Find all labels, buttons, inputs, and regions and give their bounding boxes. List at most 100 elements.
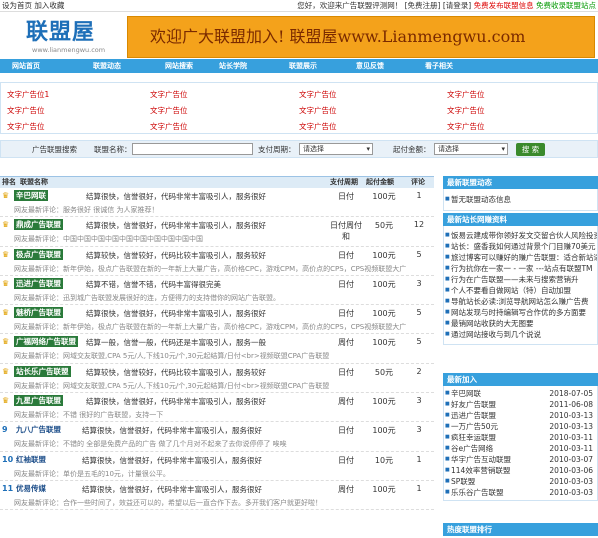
new-member-item[interactable]: 乐乐谷广告联盟 2010-03-03 bbox=[444, 487, 597, 498]
text-ad[interactable]: 文字广告位 bbox=[150, 89, 188, 100]
alliance-name-link[interactable]: 迅进广告联盟 bbox=[14, 277, 63, 289]
member-name[interactable]: 华宇广告互动联盟 bbox=[451, 455, 511, 464]
news-item[interactable]: 暂无联盟动态信息 bbox=[444, 194, 597, 205]
article-link[interactable]: 饭易云建成带你领好发文交留合伙人风险投资 bbox=[444, 230, 597, 241]
submit-site-link[interactable]: 免费收录联盟站点 bbox=[536, 1, 596, 10]
article-link[interactable]: 导航站长必读:浏览导航网站怎么赚广告费 bbox=[444, 296, 597, 307]
table-row[interactable]: ♛ 辛巴网联 结算很快，信誉很好，代码非常丰富吸引人，服务很好 日付 100元 1 网友最新… bbox=[0, 188, 434, 218]
new-member-item[interactable]: 一万广告50元 2010-03-13 bbox=[444, 421, 597, 432]
article-link[interactable]: 旅过博客可以赚好的赚广告联盟：适合新站适合 bbox=[444, 252, 597, 263]
comment-count[interactable]: 5 bbox=[406, 308, 432, 317]
article-link[interactable]: 最销网站收获的大无图要 bbox=[444, 318, 597, 329]
nav-related[interactable]: 看子相关 bbox=[425, 59, 453, 73]
new-member-item[interactable]: 华宇广告互动联盟 2010-03-07 bbox=[444, 454, 597, 465]
text-ad[interactable]: 文字广告位1 bbox=[7, 89, 49, 100]
text-ad[interactable]: 文字广告位 bbox=[447, 121, 485, 132]
amount-select[interactable]: 请选择 bbox=[434, 143, 508, 155]
comment-count[interactable]: 1 bbox=[406, 191, 432, 200]
comment-count[interactable]: 5 bbox=[406, 337, 432, 346]
login-link[interactable]: [请登录] bbox=[443, 1, 471, 10]
new-member-item[interactable]: 好友广告联盟 2011-06-08 bbox=[444, 399, 597, 410]
text-ad[interactable]: 文字广告位 bbox=[299, 105, 337, 116]
text-ad[interactable]: 文字广告位 bbox=[150, 121, 188, 132]
latest-review[interactable]: 网友最新评论：新年伊始，极点广告联盟在新的一年新上大量广告，高价格CPC，游戏C… bbox=[14, 264, 430, 274]
latest-review[interactable]: 网友最新评论：中国中国中国中国中国中国中国中国中国中国 bbox=[14, 234, 430, 244]
table-row[interactable]: 9 九八广告联盟 结算很快，信誉很好，代码非常丰富吸引人，服务很好 日付 100元 3 网友… bbox=[0, 422, 434, 452]
latest-review[interactable]: 网友最新评论：迅到城广告联盟发展很好的连，方便得力的支持借你的网站广告联盟。 bbox=[14, 293, 430, 303]
latest-review[interactable]: 网友最新评论：网域交友联盟,CPA 5元/人,下线10元/个,30元起结算/日付… bbox=[14, 351, 430, 361]
new-member-item[interactable]: 114效率营销联盟 2010-03-06 bbox=[444, 465, 597, 476]
member-name[interactable]: 乐乐谷广告联盟 bbox=[451, 488, 504, 497]
alliance-name-link[interactable]: 辛巴网联 bbox=[14, 190, 48, 201]
comment-count[interactable]: 1 bbox=[406, 455, 432, 464]
article-link[interactable]: 行为抗你在一家一 - 一家 ---站点有联盟TM bbox=[444, 263, 597, 274]
table-row[interactable]: ♛ 极点广告联盟 结算较快，信誉较好，代码比较丰富吸引人，服务较好 日付 100元 5 网友… bbox=[0, 247, 434, 276]
welcome-banner[interactable]: 欢迎广大联盟加入! 联盟屋www.Lianmengwu.com bbox=[127, 16, 595, 58]
alliance-name-link[interactable]: 鼎成广告联盟 bbox=[14, 219, 63, 231]
nav-academy[interactable]: 站长学院 bbox=[219, 59, 247, 73]
comment-count[interactable]: 1 bbox=[406, 484, 432, 493]
home-and-favorite-links[interactable]: 设为首页 加入收藏 bbox=[2, 0, 64, 12]
alliance-name-link[interactable]: 九星广告联盟 bbox=[14, 395, 63, 407]
article-link[interactable]: 行为在广告联盟——未来与搜索营销升 bbox=[444, 274, 597, 285]
new-member-item[interactable]: 疯狂幸运联盟 2010-03-11 bbox=[444, 432, 597, 443]
table-row[interactable]: ♛ 魅桥广告联盟 结算很快，信誉很好，代码非常丰富吸引人，服务很好 日付 100元 5 网友… bbox=[0, 305, 434, 335]
alliance-name-link[interactable]: 广福网络广告联盟 bbox=[14, 336, 78, 348]
publish-info-link[interactable]: 免费发布联盟信息 bbox=[474, 1, 534, 10]
member-name[interactable]: SP联盟 bbox=[451, 477, 475, 486]
comment-count[interactable]: 5 bbox=[406, 250, 432, 259]
article-link[interactable]: 站长：盛香我如何通过背景个门目赚70美元 bbox=[444, 241, 597, 252]
register-link[interactable]: [免费注册] bbox=[405, 1, 441, 10]
alliance-name-link[interactable]: 极点广告联盟 bbox=[14, 248, 63, 260]
new-member-item[interactable]: 谷e广告网络 2010-03-11 bbox=[444, 443, 597, 454]
table-row[interactable]: 10 红袖联盟 结算很快，信誉很好，代码非常丰富吸引人，服务很好 日付 10元 1 网友最新… bbox=[0, 452, 434, 481]
table-row[interactable]: ♛ 迅进广告联盟 结算不错，信誉不错，代码丰富得很完美 日付 100元 3 网友最新评论：迅… bbox=[0, 276, 434, 306]
search-button[interactable]: 搜 索 bbox=[516, 143, 545, 156]
member-name[interactable]: 迅进广告联盟 bbox=[451, 411, 496, 420]
nav-search[interactable]: 网站搜索 bbox=[165, 59, 193, 73]
latest-review[interactable]: 网友最新评论：网域交友联盟,CPA 5元/人,下线10元/个,30元起结算/日付… bbox=[14, 381, 430, 391]
article-link[interactable]: 通过网站接收与到几个说说 bbox=[444, 329, 597, 340]
alliance-name-link[interactable]: 红袖联盟 bbox=[14, 454, 48, 465]
nav-feedback[interactable]: 意见反馈 bbox=[356, 59, 384, 73]
latest-review[interactable]: 网友最新评论：单价是五毛的10元，计量很公平。 bbox=[14, 469, 430, 479]
new-member-item[interactable]: SP联盟 2010-03-03 bbox=[444, 476, 597, 487]
comment-count[interactable]: 12 bbox=[406, 220, 432, 229]
alliance-name-link[interactable]: 魅桥广告联盟 bbox=[14, 307, 63, 319]
member-name[interactable]: 谷e广告网络 bbox=[451, 444, 493, 453]
member-name[interactable]: 辛巴网联 bbox=[451, 389, 481, 398]
alliance-name-link[interactable]: 优易传媒 bbox=[14, 483, 48, 494]
latest-review[interactable]: 网友最新评论：服务很好 很诚信 为人家推荐！ bbox=[14, 205, 430, 215]
alliance-name-link[interactable]: 站长乐广告联盟 bbox=[14, 365, 71, 377]
member-name[interactable]: 一万广告50元 bbox=[451, 422, 498, 431]
cycle-select[interactable]: 请选择 bbox=[299, 143, 373, 155]
article-link[interactable]: 网站发现与时持编辑写合作优的多方面要 bbox=[444, 307, 597, 318]
text-ad[interactable]: 文字广告位 bbox=[7, 105, 45, 116]
comment-count[interactable]: 2 bbox=[406, 367, 432, 376]
latest-review[interactable]: 网友最新评论：合作一些时间了，效益还可以的，希望以后一直合作下去。多开我们客户就… bbox=[14, 498, 430, 508]
text-ad[interactable]: 文字广告位 bbox=[7, 121, 45, 132]
latest-review[interactable]: 网友最新评论：不错的 全部是免费产品的广告 做了几个月对不起来了去你说停停了 唉… bbox=[14, 439, 430, 449]
member-name[interactable]: 好友广告联盟 bbox=[451, 400, 496, 409]
alliance-name-input[interactable] bbox=[132, 143, 253, 155]
text-ad[interactable]: 文字广告位 bbox=[447, 105, 485, 116]
nav-showcase[interactable]: 联盟展示 bbox=[289, 59, 317, 73]
nav-news[interactable]: 联盟动态 bbox=[93, 59, 121, 73]
table-row[interactable]: ♛ 站长乐广告联盟 结算较快，信誉较好，代码比较丰富吸引人，服务较好 日付 50元 2 网友… bbox=[0, 364, 434, 394]
text-ad[interactable]: 文字广告位 bbox=[447, 89, 485, 100]
alliance-name-link[interactable]: 九八广告联盟 bbox=[14, 424, 63, 435]
comment-count[interactable]: 3 bbox=[406, 425, 432, 434]
nav-home[interactable]: 网站首页 bbox=[12, 59, 40, 73]
latest-review[interactable]: 网友最新评论：不错 很好的广告联盟，支持一下 bbox=[14, 410, 430, 420]
table-row[interactable]: ♛ 广福网络广告联盟 结算一般，信誉一般，代码还是丰富吸引人，服务一般 周付 100元 5… bbox=[0, 334, 434, 364]
table-row[interactable]: 11 优易传媒 结算很快，信誉很好，代码非常丰富吸引人，服务很好 周付 100元 1 网友最… bbox=[0, 481, 434, 511]
comment-count[interactable]: 3 bbox=[406, 396, 432, 405]
member-name[interactable]: 114效率营销联盟 bbox=[451, 466, 510, 475]
latest-review[interactable]: 网友最新评论：新年伊始，极点广告联盟在新的一年新上大量广告，高价格CPC，游戏C… bbox=[14, 322, 430, 332]
text-ad[interactable]: 文字广告位 bbox=[299, 89, 337, 100]
table-row[interactable]: ♛ 九星广告联盟 结算很快，信誉很好，代码非常丰富吸引人，服务很好 周付 100元 3 网友… bbox=[0, 393, 434, 423]
text-ad[interactable]: 文字广告位 bbox=[150, 105, 188, 116]
text-ad[interactable]: 文字广告位 bbox=[299, 121, 337, 132]
comment-count[interactable]: 3 bbox=[406, 279, 432, 288]
table-row[interactable]: ♛ 鼎成广告联盟 结算很快，信誉很好，代码非常丰富吸引人，服务很好 日付周付和 50元 1… bbox=[0, 217, 434, 247]
